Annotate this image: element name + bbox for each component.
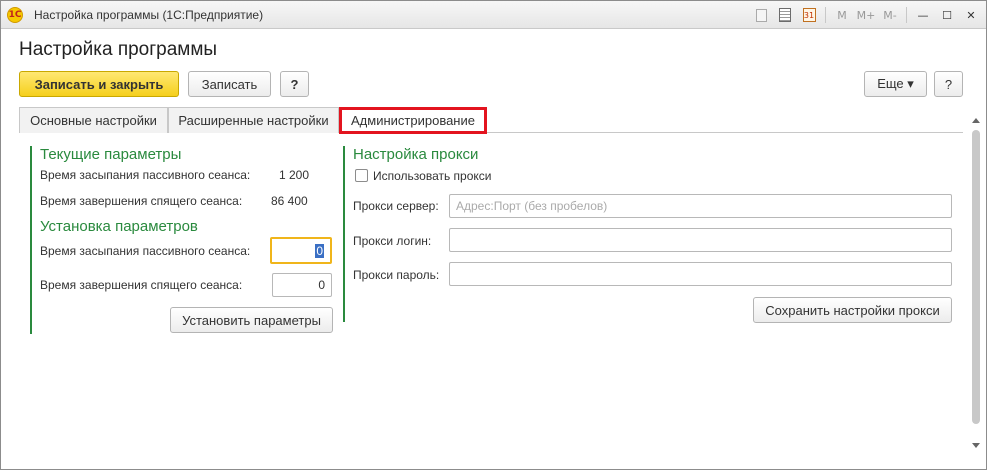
- sleep-end-input-value: 0: [318, 278, 325, 292]
- vertical-scrollbar[interactable]: [970, 114, 982, 450]
- maximize-button[interactable]: ☐: [936, 5, 958, 25]
- save-button[interactable]: Записать: [188, 71, 271, 97]
- tab-advanced-settings[interactable]: Расширенные настройки: [168, 107, 339, 133]
- memory-plus-button[interactable]: M+: [855, 5, 877, 25]
- apply-params-button[interactable]: Установить параметры: [170, 307, 333, 333]
- calculator-icon[interactable]: [774, 5, 796, 25]
- scroll-down-icon[interactable]: [972, 443, 980, 448]
- proxy-password-input[interactable]: [449, 262, 952, 286]
- scroll-up-icon[interactable]: [972, 118, 980, 123]
- tab-main-settings[interactable]: Основные настройки: [19, 107, 168, 133]
- app-logo-icon: 1C: [7, 7, 23, 23]
- calendar-icon[interactable]: 31: [798, 5, 820, 25]
- help-button[interactable]: ?: [280, 71, 309, 97]
- close-button[interactable]: ✕: [960, 5, 982, 25]
- proxy-server-placeholder: Адрес:Порт (без пробелов): [456, 199, 608, 213]
- toolbar-divider: [906, 7, 907, 23]
- proxy-group-border: [343, 146, 345, 322]
- proxy-login-input[interactable]: [449, 228, 952, 252]
- minimize-button[interactable]: —: [912, 5, 934, 25]
- set-params-heading: Установка параметров: [40, 218, 198, 235]
- sleep-end-label: Время завершения спящего сеанса:: [40, 194, 243, 208]
- more-menu-button[interactable]: Еще ▾: [864, 71, 927, 97]
- idle-sleep-value: 1 200: [279, 168, 310, 182]
- document-icon[interactable]: [750, 5, 772, 25]
- scroll-thumb[interactable]: [972, 130, 980, 424]
- idle-sleep-input[interactable]: 0: [270, 237, 332, 264]
- help-button-right[interactable]: ?: [934, 71, 963, 97]
- use-proxy-checkbox[interactable]: [355, 169, 368, 182]
- current-params-heading: Текущие параметры: [40, 146, 182, 163]
- tab-administration[interactable]: Администрирование: [339, 107, 487, 134]
- proxy-heading: Настройка прокси: [353, 146, 479, 163]
- memory-m-button[interactable]: M: [831, 5, 853, 25]
- toolbar-divider: [825, 7, 826, 23]
- proxy-login-label: Прокси логин:: [353, 234, 432, 248]
- sleep-end-value: 86 400: [271, 194, 308, 208]
- params-group-border: [30, 146, 32, 334]
- set-idle-sleep-label: Время засыпания пассивного сеанса:: [40, 244, 251, 258]
- title-bar: 1C Настройка программы (1С:Предприятие) …: [1, 1, 986, 29]
- window-title: Настройка программы (1С:Предприятие): [34, 8, 264, 22]
- memory-minus-button[interactable]: M-: [879, 5, 901, 25]
- idle-sleep-label: Время засыпания пассивного сеанса:: [40, 168, 251, 182]
- proxy-server-label: Прокси сервер:: [353, 199, 439, 213]
- idle-sleep-input-value: 0: [315, 243, 324, 258]
- titlebar-tools: 31 M M+ M- — ☐ ✕: [750, 4, 982, 26]
- save-proxy-button[interactable]: Сохранить настройки прокси: [753, 297, 952, 323]
- use-proxy-label: Использовать прокси: [373, 169, 492, 183]
- save-and-close-button[interactable]: Записать и закрыть: [19, 71, 179, 97]
- app-window: 1C Настройка программы (1С:Предприятие) …: [0, 0, 987, 470]
- sleep-end-input[interactable]: 0: [272, 273, 332, 297]
- page-title: Настройка программы: [19, 39, 218, 60]
- proxy-password-label: Прокси пароль:: [353, 268, 440, 282]
- set-sleep-end-label: Время завершения спящего сеанса:: [40, 278, 243, 292]
- proxy-server-input[interactable]: Адрес:Порт (без пробелов): [449, 194, 952, 218]
